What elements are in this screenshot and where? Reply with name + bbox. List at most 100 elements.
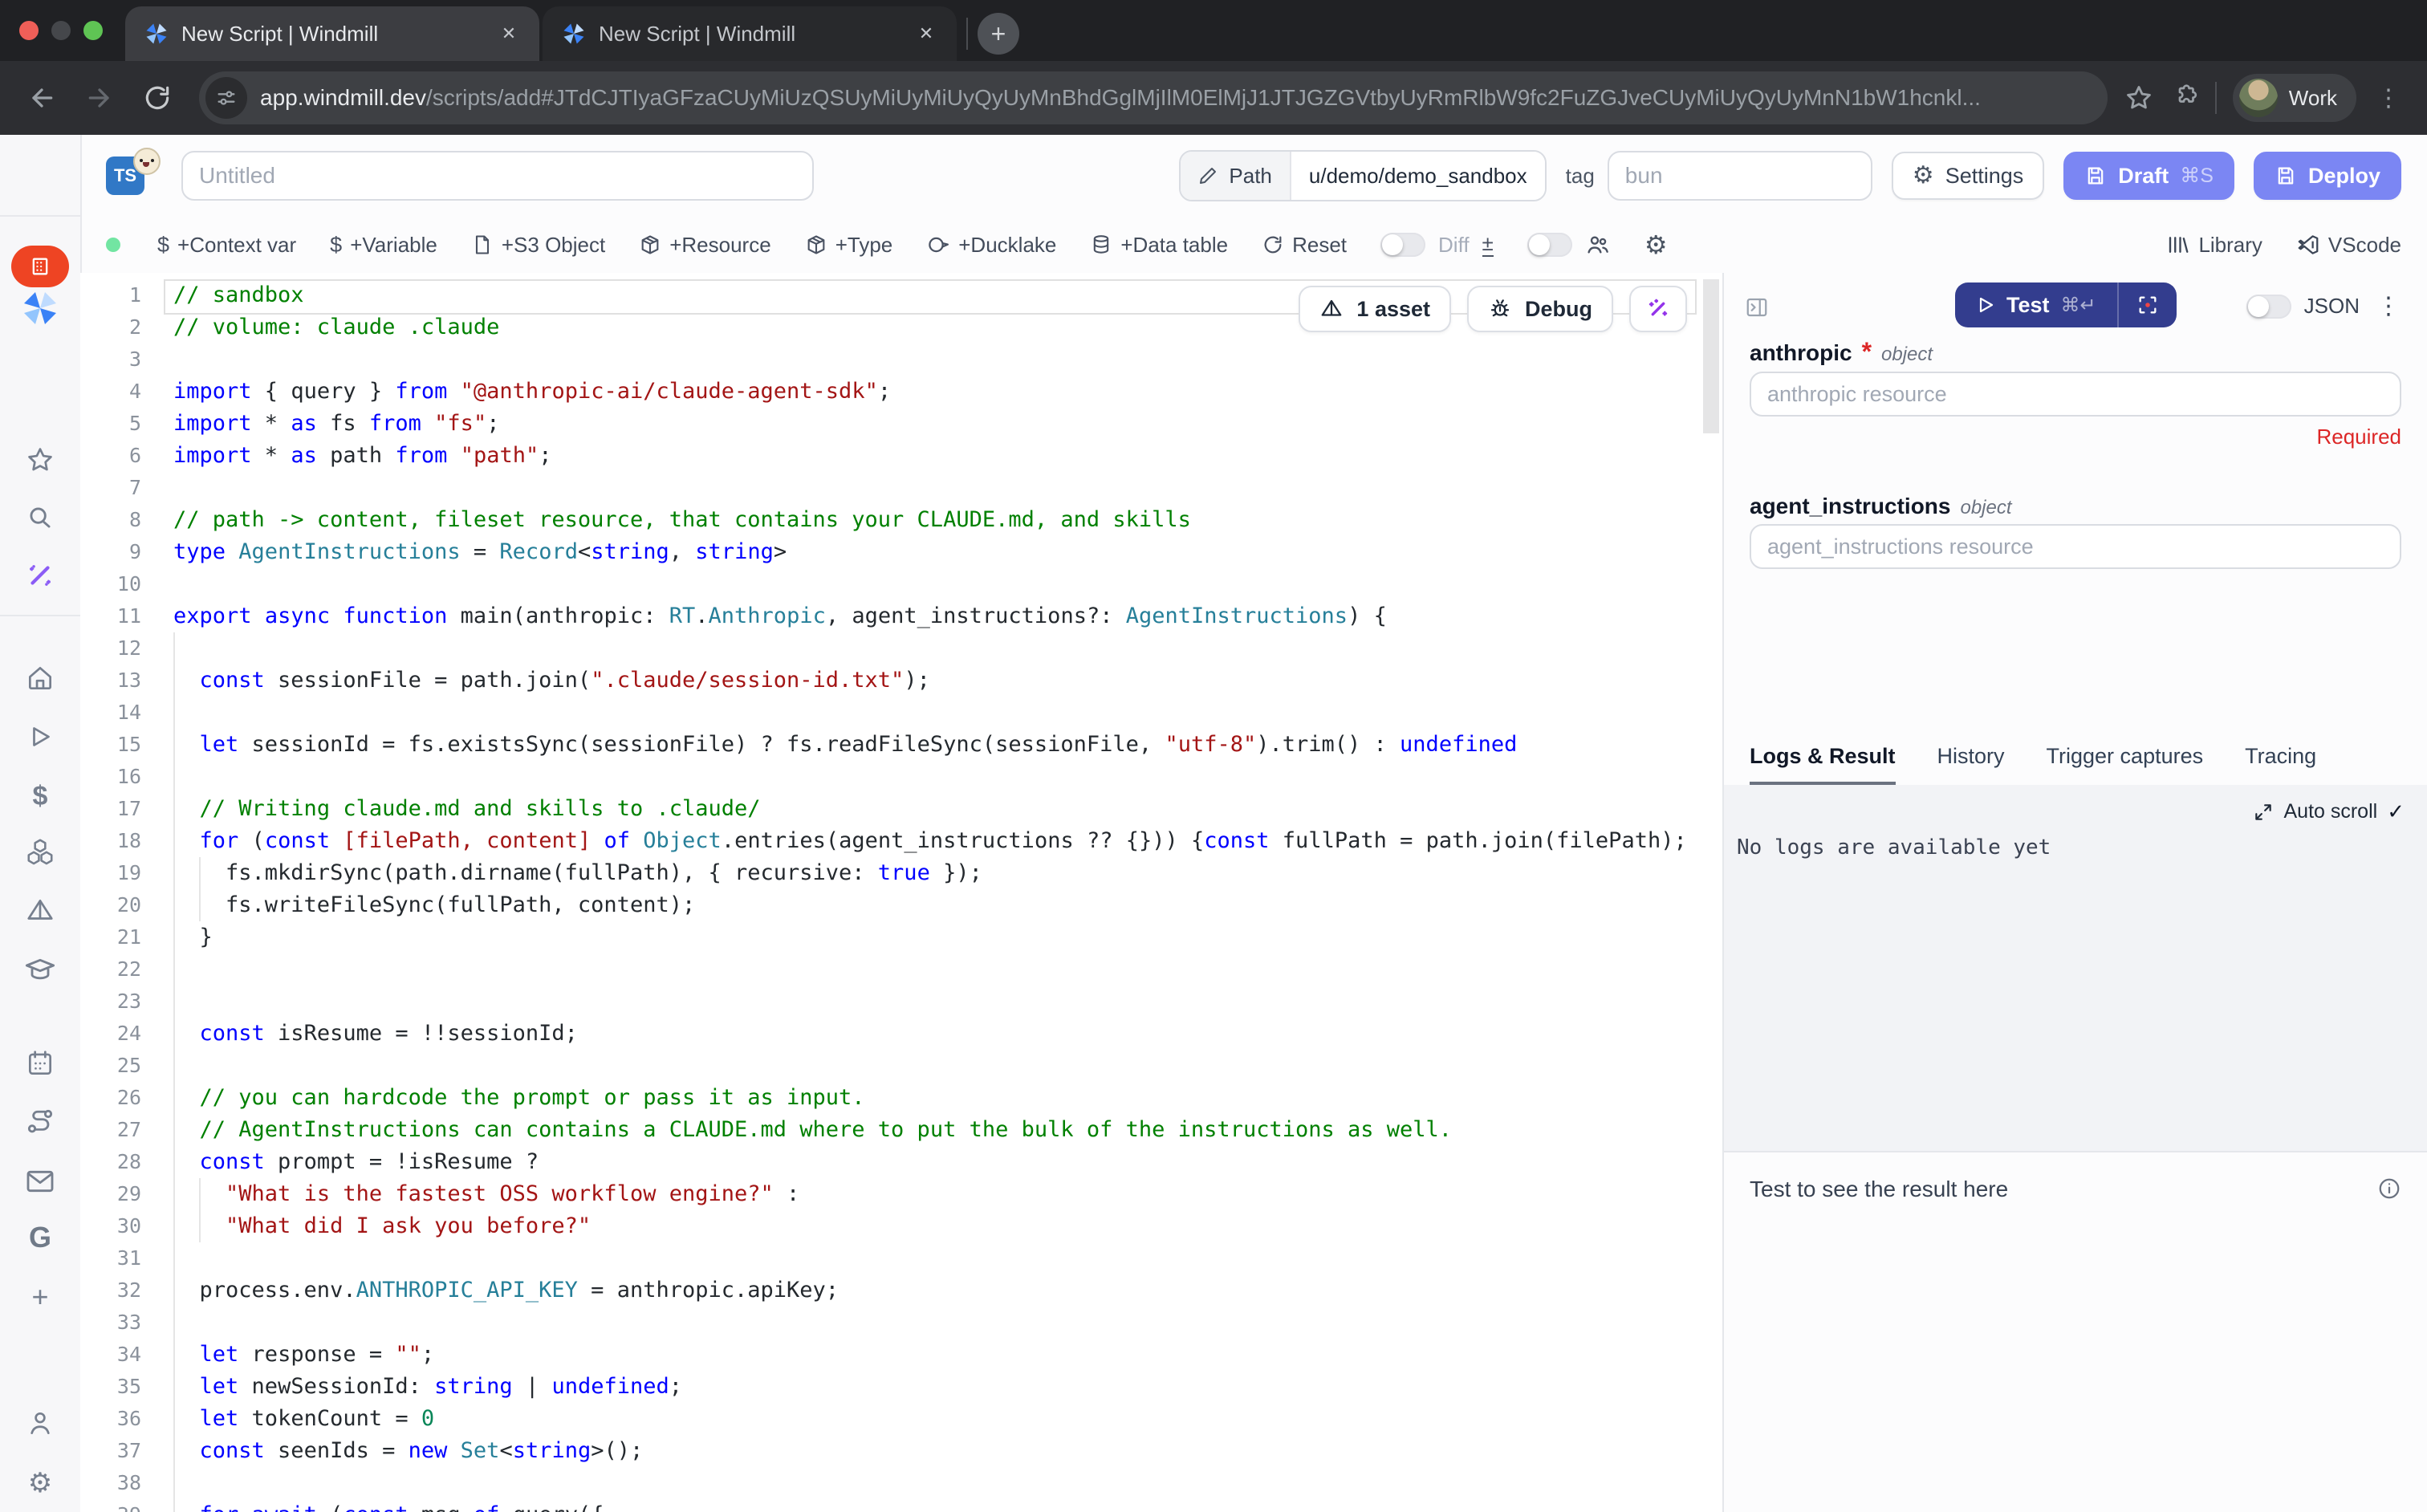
reload-button[interactable] <box>132 72 183 124</box>
tab-trigger-captures[interactable]: Trigger captures <box>2047 730 2204 786</box>
bookmark-star-icon[interactable] <box>2124 83 2154 113</box>
profile-chip[interactable]: Work <box>2233 74 2356 122</box>
browser-tab-active[interactable]: New Script | Windmill ✕ <box>125 6 539 61</box>
add-ducklake-button[interactable]: +Ducklake <box>926 233 1056 258</box>
editor-scrollbar[interactable] <box>1703 279 1719 433</box>
close-window-button[interactable] <box>19 21 39 40</box>
code-line[interactable] <box>173 472 1722 504</box>
code-line[interactable] <box>173 1050 1722 1082</box>
code-line[interactable]: for (const [filePath, content] of Object… <box>173 825 1722 857</box>
site-info-button[interactable] <box>205 77 247 119</box>
add-resource-button[interactable]: +Resource <box>639 233 770 258</box>
sidebar-item-user[interactable] <box>0 1408 80 1438</box>
code-line[interactable]: // Writing claude.md and skills to .clau… <box>173 793 1722 825</box>
sidebar-item-email-triggers[interactable] <box>0 1165 80 1197</box>
add-context-var-button[interactable]: $+Context var <box>157 233 296 258</box>
code-line[interactable]: // path -> content, fileset resource, th… <box>173 504 1722 536</box>
sidebar-item-home[interactable] <box>0 663 80 693</box>
windmill-logo[interactable] <box>0 289 80 327</box>
code-line[interactable]: fs.mkdirSync(path.dirname(fullPath), { r… <box>173 857 1722 889</box>
sidebar-item-routes[interactable] <box>0 1106 80 1138</box>
add-type-button[interactable]: +Type <box>805 233 893 258</box>
code-line[interactable] <box>173 953 1722 986</box>
summary-input[interactable] <box>181 151 814 201</box>
code-line[interactable]: const isResume = !!sessionId; <box>173 1018 1722 1050</box>
add-variable-button[interactable]: $+Variable <box>330 233 437 258</box>
browser-menu-icon[interactable]: ⋮ <box>2372 84 2405 112</box>
sidebar-item-add-trigger[interactable]: + <box>0 1281 80 1313</box>
path-value[interactable]: u/demo/demo_sandbox <box>1291 152 1545 200</box>
json-toggle[interactable] <box>2246 295 2291 319</box>
code-line[interactable] <box>173 986 1722 1018</box>
diff-toggle[interactable] <box>1380 233 1425 257</box>
code-line[interactable] <box>173 1467 1722 1499</box>
back-button[interactable] <box>16 72 67 124</box>
tag-input[interactable] <box>1608 151 1872 201</box>
sidebar-item-learn[interactable] <box>0 953 80 986</box>
tab-tracing[interactable]: Tracing <box>2245 730 2316 786</box>
sidebar-item-assets[interactable] <box>0 896 80 926</box>
ai-assistant-button[interactable] <box>1629 286 1687 332</box>
reset-button[interactable]: Reset <box>1262 233 1347 258</box>
zoom-window-button[interactable] <box>83 21 103 40</box>
forward-button[interactable] <box>74 72 125 124</box>
code-line[interactable]: import { query } from "@anthropic-ai/cla… <box>173 376 1722 408</box>
new-tab-button[interactable]: + <box>978 13 1019 55</box>
minimize-window-button[interactable] <box>51 21 71 40</box>
sidebar-item-settings[interactable]: ⚙ <box>0 1467 80 1499</box>
code-line[interactable]: let sessionId = fs.existsSync(sessionFil… <box>173 729 1722 761</box>
anthropic-resource-input[interactable] <box>1750 372 2401 417</box>
code-line[interactable]: import * as fs from "fs"; <box>173 408 1722 440</box>
draft-button[interactable]: Draft ⌘S <box>2063 152 2234 200</box>
code-line[interactable] <box>173 697 1722 729</box>
code-line[interactable] <box>173 1242 1722 1274</box>
diff-plusminus-icon[interactable]: ± <box>1482 233 1494 256</box>
code-line[interactable]: type AgentInstructions = Record<string, … <box>173 536 1722 568</box>
code-line[interactable] <box>173 632 1722 665</box>
add-data-table-button[interactable]: +Data table <box>1090 233 1228 258</box>
code-line[interactable]: const prompt = !isResume ? <box>173 1146 1722 1178</box>
sidebar-item-gcp[interactable]: G <box>0 1221 80 1254</box>
code-line[interactable]: process.env.ANTHROPIC_API_KEY = anthropi… <box>173 1274 1722 1307</box>
path-group[interactable]: Path u/demo/demo_sandbox <box>1179 150 1546 201</box>
code-line[interactable] <box>173 568 1722 600</box>
code-line[interactable]: } <box>173 921 1722 953</box>
sidebar-item-search[interactable] <box>0 502 80 533</box>
tab-history[interactable]: History <box>1937 730 2005 786</box>
code-line[interactable]: "What did I ask you before?" <box>173 1210 1722 1242</box>
extensions-icon[interactable] <box>2170 83 2199 112</box>
code-line[interactable]: // AgentInstructions can contains a CLAU… <box>173 1114 1722 1146</box>
path-edit-button[interactable]: Path <box>1181 152 1291 200</box>
check-icon[interactable]: ✓ <box>2387 799 2405 824</box>
debug-button[interactable]: Debug <box>1467 286 1613 332</box>
code-line[interactable] <box>173 343 1722 376</box>
code-content[interactable]: // sandbox// volume: claude .claudeimpor… <box>173 279 1722 1512</box>
code-line[interactable]: let response = ""; <box>173 1339 1722 1371</box>
sidebar-item-favorites[interactable] <box>0 445 80 475</box>
autoscroll-control[interactable]: Auto scroll ✓ <box>1737 799 2405 824</box>
add-s3-object-button[interactable]: +S3 Object <box>471 233 605 258</box>
panel-menu-icon[interactable]: ⋮ <box>2372 292 2405 320</box>
code-line[interactable]: fs.writeFileSync(fullPath, content); <box>173 889 1722 921</box>
code-line[interactable]: import * as path from "path"; <box>173 440 1722 472</box>
address-bar[interactable]: app.windmill.dev/scripts/add#JTdCJTIyaGF… <box>199 71 2108 124</box>
library-button[interactable]: Library <box>2166 233 2262 258</box>
assets-button[interactable]: 1 asset <box>1299 286 1451 332</box>
code-line[interactable]: let newSessionId: string | undefined; <box>173 1371 1722 1403</box>
sidebar-item-ai[interactable] <box>0 560 80 591</box>
close-tab-icon[interactable]: ✕ <box>912 19 941 48</box>
sidebar-item-runs[interactable] <box>0 722 80 751</box>
code-line[interactable]: const seenIds = new Set<string>(); <box>173 1435 1722 1467</box>
tab-logs-result[interactable]: Logs & Result <box>1750 730 1896 786</box>
code-line[interactable]: "What is the fastest OSS workflow engine… <box>173 1178 1722 1210</box>
code-line[interactable]: const sessionFile = path.join(".claude/s… <box>173 665 1722 697</box>
collapse-panel-button[interactable] <box>1745 295 1769 319</box>
sidebar-item-variables[interactable]: $ <box>0 780 80 812</box>
code-line[interactable]: export async function main(anthropic: RT… <box>173 600 1722 632</box>
sidebar-item-schedules[interactable] <box>0 1048 80 1079</box>
code-line[interactable]: for await (const msg of query({ <box>173 1499 1722 1512</box>
test-button[interactable]: Test ⌘↵ <box>1955 282 2117 327</box>
browser-tab-inactive[interactable]: New Script | Windmill ✕ <box>543 6 957 61</box>
settings-button[interactable]: ⚙ Settings <box>1892 152 2044 200</box>
sidebar-item-resources[interactable] <box>0 836 80 867</box>
